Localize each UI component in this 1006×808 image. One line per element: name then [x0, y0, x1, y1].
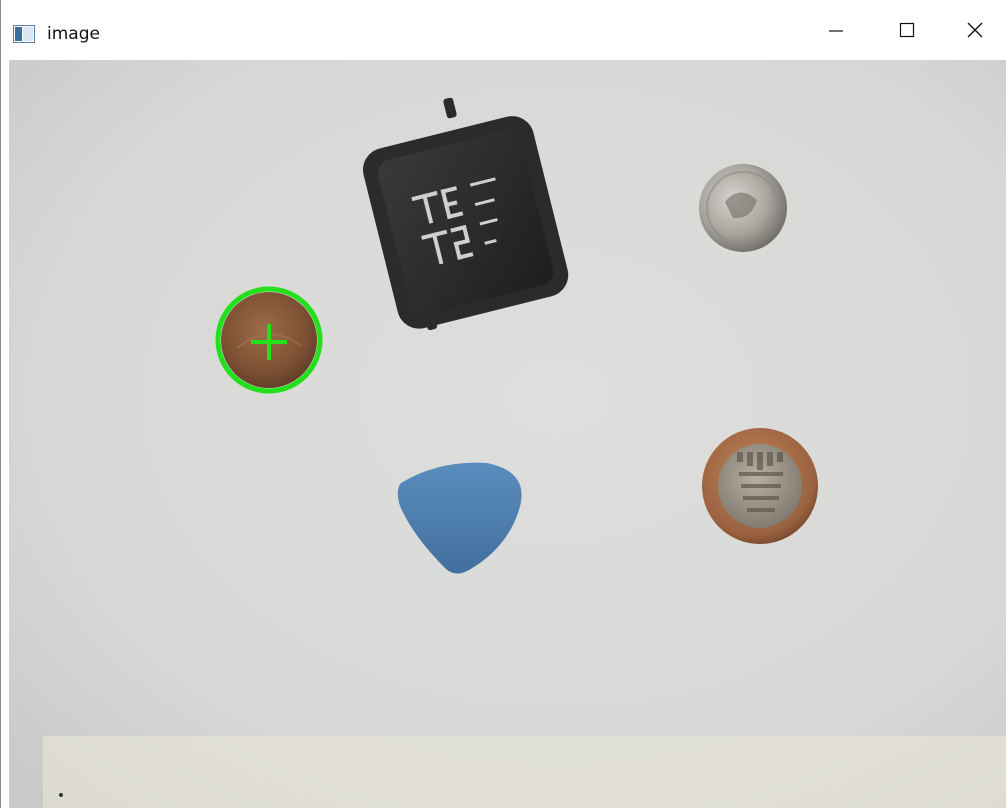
- close-button[interactable]: [943, 0, 1006, 60]
- paper-edge: [43, 736, 1006, 808]
- maximize-icon: [898, 21, 916, 39]
- opencv-image-window: image: [0, 0, 1006, 808]
- bimetal-coin-object: [702, 428, 818, 544]
- maximize-button[interactable]: [872, 0, 942, 60]
- window-image-icon: [13, 25, 35, 43]
- window-title: image: [47, 24, 100, 44]
- minimize-button[interactable]: [801, 0, 871, 60]
- title-bar[interactable]: image: [1, 0, 1006, 60]
- silver-coin-object: [699, 164, 787, 252]
- close-icon: [966, 21, 984, 39]
- image-canvas[interactable]: [9, 60, 1006, 808]
- speck: [59, 793, 63, 797]
- minimize-icon: [827, 21, 845, 39]
